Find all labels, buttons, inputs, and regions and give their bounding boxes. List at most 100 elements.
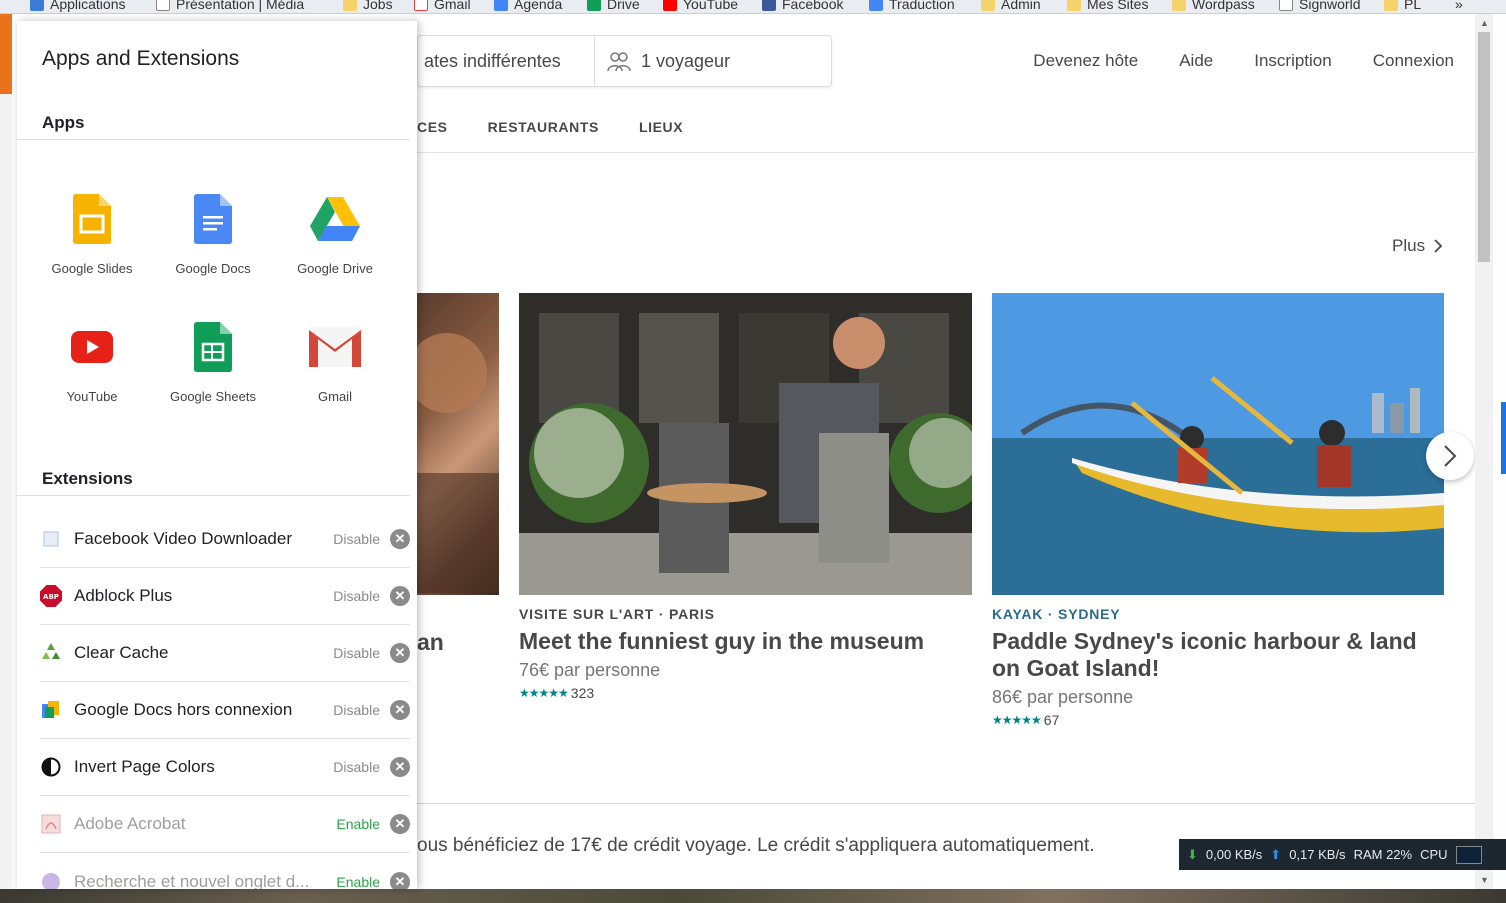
app-google-slides[interactable]: Google Slides (32, 191, 152, 276)
extensions-divider (17, 495, 410, 496)
bookmark-facebook[interactable]: Facebook (762, 0, 843, 13)
extension-row: Clear Cache Disable ✕ (40, 625, 410, 682)
remove-extension-icon[interactable]: ✕ (390, 757, 410, 777)
dates-field[interactable]: ates indifférentes (418, 51, 594, 72)
tab-restaurants[interactable]: RESTAURANTS (488, 119, 599, 135)
card2-category: KAYAK · SYDNEY (992, 606, 1121, 622)
apps-grid-icon (30, 0, 44, 11)
cpu-graph (1455, 845, 1482, 864)
bookmark-jobs[interactable]: Jobs (343, 0, 393, 13)
adblock-plus-icon: ABP (40, 585, 62, 607)
card2-review-count: 67 (1043, 712, 1060, 728)
card1-price: 76€ par personne (519, 660, 661, 680)
app-gmail[interactable]: Gmail (275, 319, 395, 404)
upload-arrow-icon: ⬆ (1270, 846, 1282, 862)
desktop-background-strip (0, 889, 1506, 903)
folder-icon (1067, 0, 1081, 11)
panel-title: Apps and Extensions (42, 47, 240, 70)
extension-name: Adobe Acrobat (74, 814, 186, 833)
extension-toggle-button[interactable]: Disable (333, 645, 380, 661)
guests-field[interactable]: 1 voyageur (595, 50, 730, 72)
more-label: Plus (1392, 236, 1426, 255)
extension-row: Invert Page Colors Disable ✕ (40, 739, 410, 796)
chevron-right-icon (1434, 239, 1443, 253)
bookmark-presentation[interactable]: Présentation | Média (156, 0, 304, 13)
scroll-up-arrow-icon[interactable]: ▲ (1480, 18, 1489, 28)
app-google-docs[interactable]: Google Docs (153, 191, 273, 276)
extension-toggle-button[interactable]: Enable (336, 874, 380, 890)
top-nav: Devenez hôte Aide Inscription Connexion (1033, 51, 1454, 71)
calendar-icon (494, 0, 508, 11)
partial-card-title[interactable]: an (417, 629, 444, 656)
upload-speed: 0,17 KB/s (1289, 847, 1346, 862)
scrollbar-thumb[interactable] (1478, 32, 1490, 262)
extension-toggle-button[interactable]: Disable (333, 588, 380, 604)
download-arrow-icon: ⬇ (1187, 846, 1198, 862)
right-window-edge (1493, 14, 1506, 889)
carousel-next-button[interactable] (1426, 432, 1474, 480)
google-docs-offline-icon (40, 699, 62, 721)
nav-become-host[interactable]: Devenez hôte (1033, 51, 1138, 71)
extension-name: Invert Page Colors (74, 757, 215, 776)
app-google-drive[interactable]: Google Drive (275, 191, 395, 276)
card1-title[interactable]: Meet the funniest guy in the museum (519, 628, 949, 655)
remove-extension-icon[interactable]: ✕ (390, 871, 410, 889)
left-window-strip (0, 94, 12, 889)
extension-toggle-button[interactable]: Disable (333, 759, 380, 775)
extension-toggle-button[interactable]: Enable (336, 816, 380, 832)
kayak-photo (992, 293, 1444, 595)
bookmark-wordpass[interactable]: Wordpass (1172, 0, 1255, 13)
travel-credit-message: ous bénéficiez de 17€ de crédit voyage. … (417, 835, 1095, 856)
bookmark-traduction[interactable]: Traduction (869, 0, 955, 13)
bookmark-mes-sites[interactable]: Mes Sites (1067, 0, 1148, 13)
remove-extension-icon[interactable]: ✕ (390, 529, 410, 549)
nav-signup[interactable]: Inscription (1254, 51, 1331, 71)
left-window-strip (0, 14, 12, 94)
search-bar[interactable]: ates indifférentes 1 voyageur (417, 35, 832, 87)
more-link[interactable]: Plus (1392, 236, 1443, 256)
bookmark-admin[interactable]: Admin (981, 0, 1041, 13)
gmail-icon (414, 0, 428, 11)
section-divider (417, 803, 1475, 804)
experience-photo-kayak[interactable] (992, 293, 1444, 595)
drive-icon (587, 0, 601, 11)
folder-icon (343, 0, 357, 11)
category-tabs: CES RESTAURANTS LIEUX (417, 119, 683, 135)
nav-login[interactable]: Connexion (1373, 51, 1454, 71)
tab-places[interactable]: LIEUX (639, 119, 683, 135)
bookmarks-overflow-button[interactable]: » (1455, 0, 1463, 13)
remove-extension-icon[interactable]: ✕ (390, 586, 410, 606)
card2-rating: ★★★★★ 67 (992, 712, 1059, 728)
bookmark-agenda[interactable]: Agenda (494, 0, 562, 13)
bookmark-drive[interactable]: Drive (587, 0, 640, 13)
card2-title[interactable]: Paddle Sydney's iconic harbour & land on… (992, 628, 1432, 682)
app-youtube[interactable]: YouTube (32, 319, 152, 404)
nav-help[interactable]: Aide (1179, 51, 1213, 71)
remove-extension-icon[interactable]: ✕ (390, 700, 410, 720)
tab-experiences[interactable]: CES (417, 119, 448, 135)
search-new-tab-icon (40, 871, 62, 889)
guests-label: 1 voyageur (641, 50, 731, 71)
star-rating-icon: ★★★★★ (519, 686, 569, 700)
app-google-sheets[interactable]: Google Sheets (153, 319, 273, 404)
bookmark-applications[interactable]: Applications (30, 0, 126, 13)
bookmark-signworld[interactable]: Signworld (1279, 0, 1360, 13)
bookmark-youtube[interactable]: YouTube (663, 0, 738, 13)
apps-divider (17, 139, 410, 140)
experience-photo-partial[interactable] (417, 293, 499, 595)
scroll-down-arrow-icon[interactable]: ▼ (1480, 875, 1489, 885)
card2-price: 86€ par personne (992, 687, 1134, 707)
gmail-icon (307, 319, 363, 375)
remove-extension-icon[interactable]: ✕ (390, 643, 410, 663)
bookmark-pl[interactable]: PL (1384, 0, 1421, 13)
bookmark-gmail[interactable]: Gmail (414, 0, 471, 13)
extension-toggle-button[interactable]: Disable (333, 531, 380, 547)
card1-rating: ★★★★★ 323 (519, 685, 594, 701)
guests-icon (607, 52, 631, 72)
extension-toggle-button[interactable]: Disable (333, 702, 380, 718)
screen: Applications Présentation | Média Jobs G… (0, 0, 1506, 903)
page-scrollbar[interactable]: ▲ ▼ (1475, 14, 1493, 889)
extension-name: Google Docs hors connexion (74, 700, 293, 719)
remove-extension-icon[interactable]: ✕ (390, 814, 410, 834)
experience-photo-museum[interactable] (519, 293, 972, 595)
